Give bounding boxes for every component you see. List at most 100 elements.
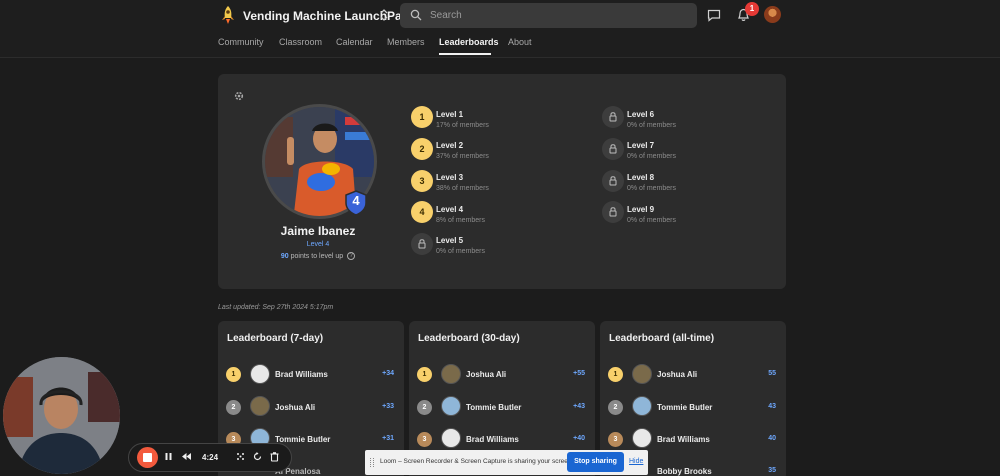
- leaderboard-name[interactable]: Joshua Ali: [275, 403, 315, 412]
- level-2-name: Level 2: [436, 141, 464, 150]
- tab-leaderboards[interactable]: Leaderboards: [439, 37, 499, 47]
- hide-sharing-bar-link[interactable]: Hide: [629, 458, 643, 465]
- avatar[interactable]: [441, 428, 461, 448]
- points-suffix: points to level up: [290, 252, 344, 260]
- level-4-pct: 8% of members: [436, 217, 486, 224]
- lock-icon: [609, 144, 617, 154]
- leaderboard-points: +34: [382, 370, 394, 377]
- level-9-name: Level 9: [627, 205, 655, 214]
- webcam-feed-illustration: [3, 357, 120, 474]
- help-icon[interactable]: ?: [347, 252, 356, 260]
- level-3-pct: 38% of members: [436, 185, 489, 192]
- leaderboard-points: +40: [573, 435, 585, 442]
- level-8-name: Level 8: [627, 173, 655, 182]
- leaderboard-name[interactable]: Brad Williams: [275, 370, 328, 379]
- leaderboard-points: 55: [768, 370, 776, 377]
- user-avatar[interactable]: [764, 6, 781, 23]
- level-8-pct: 0% of members: [627, 185, 677, 192]
- leaderboard-title: Leaderboard (all-time): [609, 333, 715, 344]
- grid-icon[interactable]: [235, 451, 246, 462]
- level-6-badge: [602, 106, 624, 128]
- search-icon: [410, 9, 422, 21]
- rank-badge: 2: [226, 400, 241, 415]
- level-3-badge: 3: [411, 170, 433, 192]
- avatar[interactable]: [632, 428, 652, 448]
- level-2-pct: 37% of members: [436, 153, 489, 160]
- rank-badge: 2: [417, 400, 432, 415]
- stop-sharing-button[interactable]: Stop sharing: [567, 452, 624, 472]
- avatar[interactable]: [250, 364, 270, 384]
- level-1-pct: 17% of members: [436, 122, 489, 129]
- level-2-badge: 2: [411, 138, 433, 160]
- leaderboard-points: +55: [573, 370, 585, 377]
- leaderboard-name[interactable]: Joshua Ali: [466, 370, 506, 379]
- tab-community[interactable]: Community: [218, 37, 264, 47]
- recording-time: 4:24: [202, 453, 219, 462]
- pause-icon[interactable]: [163, 451, 174, 462]
- tab-about[interactable]: About: [508, 37, 532, 47]
- rewind-icon[interactable]: [181, 451, 192, 462]
- user-level: Level 4: [306, 241, 330, 248]
- rocket-logo-icon[interactable]: [219, 5, 237, 25]
- lock-icon: [609, 112, 617, 122]
- leaderboard-points: +43: [573, 403, 585, 410]
- tab-classroom[interactable]: Classroom: [279, 37, 322, 47]
- rank-badge: 3: [417, 432, 432, 447]
- rank-badge: 1: [608, 367, 623, 382]
- gear-icon[interactable]: [233, 90, 245, 102]
- restart-icon[interactable]: [252, 451, 263, 462]
- level-8-badge: [602, 170, 624, 192]
- level-9-pct: 0% of members: [627, 217, 677, 224]
- lock-icon: [609, 207, 617, 217]
- level-4-badge: 4: [411, 201, 433, 223]
- level-1-name: Level 1: [436, 110, 464, 119]
- webcam-bubble[interactable]: [3, 357, 120, 474]
- points-value: 90: [280, 252, 289, 260]
- level-3-name: Level 3: [436, 173, 464, 182]
- level-6-name: Level 6: [627, 110, 655, 119]
- level-9-badge: [602, 201, 624, 223]
- avatar[interactable]: [441, 396, 461, 416]
- avatar[interactable]: [441, 364, 461, 384]
- tab-calendar[interactable]: Calendar: [336, 37, 373, 47]
- leaderboard-name[interactable]: Bobby Brooks: [657, 467, 712, 476]
- level-1-badge: 1: [411, 106, 433, 128]
- leaderboard-name[interactable]: Tommie Butler: [657, 403, 712, 412]
- avatar[interactable]: [632, 396, 652, 416]
- leaderboard-name[interactable]: Tommie Butler: [466, 403, 521, 412]
- leaderboard-points: +31: [382, 435, 394, 442]
- level-7-badge: [602, 138, 624, 160]
- level-4-name: Level 4: [436, 205, 464, 214]
- search-input[interactable]: [430, 4, 690, 27]
- avatar[interactable]: [250, 396, 270, 416]
- notification-badge: 1: [745, 2, 759, 16]
- leaderboard-points: +33: [382, 403, 394, 410]
- rank-badge: 2: [608, 400, 623, 415]
- leaderboard-name[interactable]: Brad Williams: [657, 435, 710, 444]
- level-5-name: Level 5: [436, 236, 464, 245]
- level-5-badge: [411, 233, 433, 255]
- tab-members[interactable]: Members: [387, 37, 425, 47]
- trash-icon[interactable]: [269, 451, 280, 462]
- rank-badge: 3: [608, 432, 623, 447]
- sharing-message: Loom – Screen Recorder & Screen Capture …: [380, 458, 574, 465]
- level-shield-number: 4: [352, 193, 360, 208]
- chat-icon[interactable]: [707, 9, 721, 22]
- rank-badge: 1: [226, 367, 241, 382]
- lock-icon: [418, 239, 426, 249]
- chevron-up-down-icon[interactable]: [378, 8, 390, 22]
- leaderboard-name[interactable]: Brad Williams: [466, 435, 519, 444]
- leaderboard-points: 40: [768, 435, 776, 442]
- points-to-level-up: 90 points to level up ?: [238, 252, 398, 260]
- leaderboard-name[interactable]: Joshua Ali: [657, 370, 697, 379]
- stop-square-icon: [143, 453, 152, 462]
- leaderboard-points: 43: [768, 403, 776, 410]
- level-6-pct: 0% of members: [627, 122, 677, 129]
- leaderboard-points: 35: [768, 467, 776, 474]
- user-name: Jaime Ibanez: [280, 224, 356, 238]
- drag-handle-icon[interactable]: [370, 458, 374, 467]
- avatar[interactable]: [632, 364, 652, 384]
- level-7-name: Level 7: [627, 141, 655, 150]
- level-7-pct: 0% of members: [627, 153, 677, 160]
- leaderboard-name[interactable]: Tommie Butler: [275, 435, 330, 444]
